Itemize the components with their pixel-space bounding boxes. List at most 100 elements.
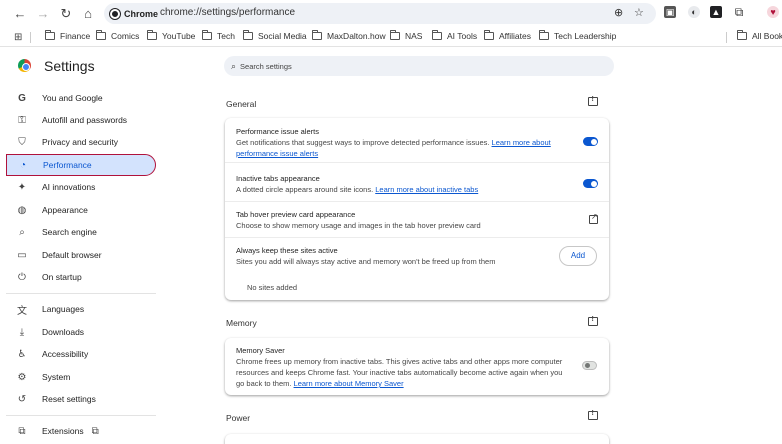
sidebar-item-autofill[interactable]: ⚿ Autofill and passwords: [6, 109, 156, 131]
no-sites-text: No sites added: [247, 283, 298, 292]
extension-icon[interactable]: ▲: [710, 6, 722, 18]
add-site-button[interactable]: Add: [559, 246, 597, 266]
reset-icon: ↺: [17, 393, 27, 405]
bookmark-folder[interactable]: YouTube: [147, 30, 195, 41]
folder-icon: [432, 30, 442, 40]
bookmark-folder[interactable]: Finance: [45, 30, 90, 41]
accessibility-icon: ♿: [17, 348, 27, 360]
bookmark-folder[interactable]: Comics: [96, 30, 139, 41]
profile-avatar[interactable]: ♥: [767, 6, 779, 18]
folder-icon: [312, 30, 322, 40]
folder-icon: [484, 30, 494, 40]
star-icon[interactable]: ☆: [634, 6, 644, 19]
all-bookmarks-folder[interactable]: All Bookr: [737, 30, 782, 41]
reload-icon[interactable]: ↻: [57, 5, 75, 23]
sidebar-item-performance[interactable]: ◔ Performance: [6, 154, 156, 176]
inactive-tabs-toggle[interactable]: [583, 179, 598, 188]
wrench-icon: ⚙: [17, 371, 27, 383]
sidebar-item-on-startup[interactable]: ⏻ On startup: [6, 266, 156, 288]
forward-icon[interactable]: →: [34, 5, 52, 23]
feedback-icon[interactable]: [588, 316, 598, 326]
folder-icon: [96, 30, 106, 40]
feedback-icon[interactable]: [588, 96, 598, 106]
keep-sites-active-desc: Sites you add will always stay active an…: [236, 257, 496, 266]
url-text[interactable]: chrome://settings/performance: [160, 7, 295, 18]
feedback-icon[interactable]: [588, 410, 598, 420]
extension-icon[interactable]: ▣: [664, 6, 676, 18]
address-bar[interactable]: Chrome chrome://settings/performance ⊕ ☆: [104, 3, 656, 24]
section-title-general: General: [226, 99, 257, 109]
zoom-icon[interactable]: ⊕: [614, 6, 623, 19]
inactive-tabs-link[interactable]: Learn more about inactive tabs: [375, 185, 478, 194]
inactive-tabs-title: Inactive tabs appearance: [236, 174, 320, 183]
home-icon[interactable]: ⌂: [79, 5, 97, 23]
puzzle-icon: ⧉: [18, 425, 26, 437]
memory-saver-link[interactable]: Learn more about Memory Saver: [294, 379, 404, 388]
sidebar-item-search-engine[interactable]: ⌕ Search engine: [6, 221, 156, 243]
sidebar-item-languages[interactable]: 文 Languages: [6, 298, 156, 320]
chrome-chip-label: Chrome: [124, 8, 159, 19]
memory-saver-toggle[interactable]: [582, 361, 597, 370]
row-divider: [225, 201, 609, 202]
bookmark-folder[interactable]: Tech: [202, 30, 235, 41]
folder-icon: [202, 30, 212, 40]
open-external-icon: ⧉: [91, 425, 99, 437]
speedometer-icon: ◔: [19, 159, 27, 171]
chrome-chip[interactable]: Chrome: [110, 6, 158, 21]
browser-window-icon: ▭: [17, 249, 27, 261]
folder-icon: [45, 30, 55, 40]
sidebar-item-default-browser[interactable]: ▭ Default browser: [6, 244, 156, 266]
bookmark-folder[interactable]: NAS: [390, 30, 422, 41]
memory-card: Memory Saver Chrome frees up memory from…: [225, 338, 609, 395]
inactive-tabs-desc: A dotted circle appears around site icon…: [236, 185, 479, 194]
performance-alerts-toggle[interactable]: [583, 137, 598, 146]
bookmark-folder[interactable]: Social Media: [243, 30, 307, 41]
performance-alerts-row: Performance issue alerts Get notificatio…: [236, 126, 596, 159]
sidebar-item-reset-settings[interactable]: ↺ Reset settings: [6, 388, 156, 410]
shield-icon: ⛉: [18, 136, 26, 148]
folder-icon: [737, 30, 747, 40]
bookmark-folder[interactable]: MaxDalton.how: [312, 30, 386, 41]
palette-icon: ◍: [17, 204, 27, 216]
no-sites-row: No sites added: [247, 282, 607, 293]
google-icon: G: [18, 92, 26, 104]
chrome-logo-icon: [110, 8, 120, 19]
search-input[interactable]: ⌕ Search settings: [224, 56, 614, 76]
browser-toolbar: ← → ↻ ⌂ Chrome chrome://settings/perform…: [0, 0, 782, 27]
inactive-tabs-row: Inactive tabs appearance A dotted circle…: [236, 173, 596, 195]
bookmark-folder[interactable]: Affiliates: [484, 30, 531, 41]
sidebar-item-privacy[interactable]: ⛉ Privacy and security: [6, 131, 156, 153]
apps-grid-icon[interactable]: ⊞: [14, 32, 22, 43]
puzzle-icon[interactable]: ⧉: [733, 6, 745, 18]
key-icon: ⚿: [18, 114, 26, 126]
open-subpage-icon[interactable]: [589, 212, 598, 224]
sidebar-item-system[interactable]: ⚙ System: [6, 366, 156, 388]
memory-saver-desc: Chrome frees up memory from inactive tab…: [236, 357, 563, 388]
translate-icon: 文: [17, 305, 27, 317]
sidebar-divider: [6, 293, 156, 294]
bookmark-folder[interactable]: AI Tools: [432, 30, 477, 41]
download-icon: ⤓: [19, 326, 25, 338]
sidebar-item-ai-innovations[interactable]: ✦ AI innovations: [6, 176, 156, 198]
sidebar-item-extensions[interactable]: ⧉ Extensions ⧉: [6, 420, 156, 442]
sidebar-item-accessibility[interactable]: ♿ Accessibility: [6, 343, 156, 365]
bookmark-folder[interactable]: Tech Leadership: [539, 30, 616, 41]
sidebar-item-appearance[interactable]: ◍ Appearance: [6, 199, 156, 221]
folder-icon: [390, 30, 400, 40]
power-icon: ⏻: [18, 271, 26, 283]
row-divider: [225, 237, 609, 238]
extension-icon[interactable]: ◐: [688, 6, 700, 18]
page-title: Settings: [44, 58, 95, 74]
performance-alerts-desc: Get notifications that suggest ways to i…: [236, 138, 551, 158]
folder-icon: [147, 30, 157, 40]
back-icon[interactable]: ←: [11, 5, 29, 23]
hover-preview-row[interactable]: Tab hover preview card appearance Choose…: [236, 209, 596, 231]
bookmarks-divider: [726, 32, 727, 43]
sidebar-item-you-and-google[interactable]: G You and Google: [6, 87, 156, 109]
sidebar-item-downloads[interactable]: ⤓ Downloads: [6, 321, 156, 343]
memory-saver-row: Memory Saver Chrome frees up memory from…: [236, 345, 566, 389]
search-icon: ⌕: [19, 226, 25, 238]
search-icon: ⌕: [231, 60, 237, 71]
hover-preview-desc: Choose to show memory usage and images i…: [236, 221, 481, 230]
settings-logo-icon: [18, 59, 31, 72]
